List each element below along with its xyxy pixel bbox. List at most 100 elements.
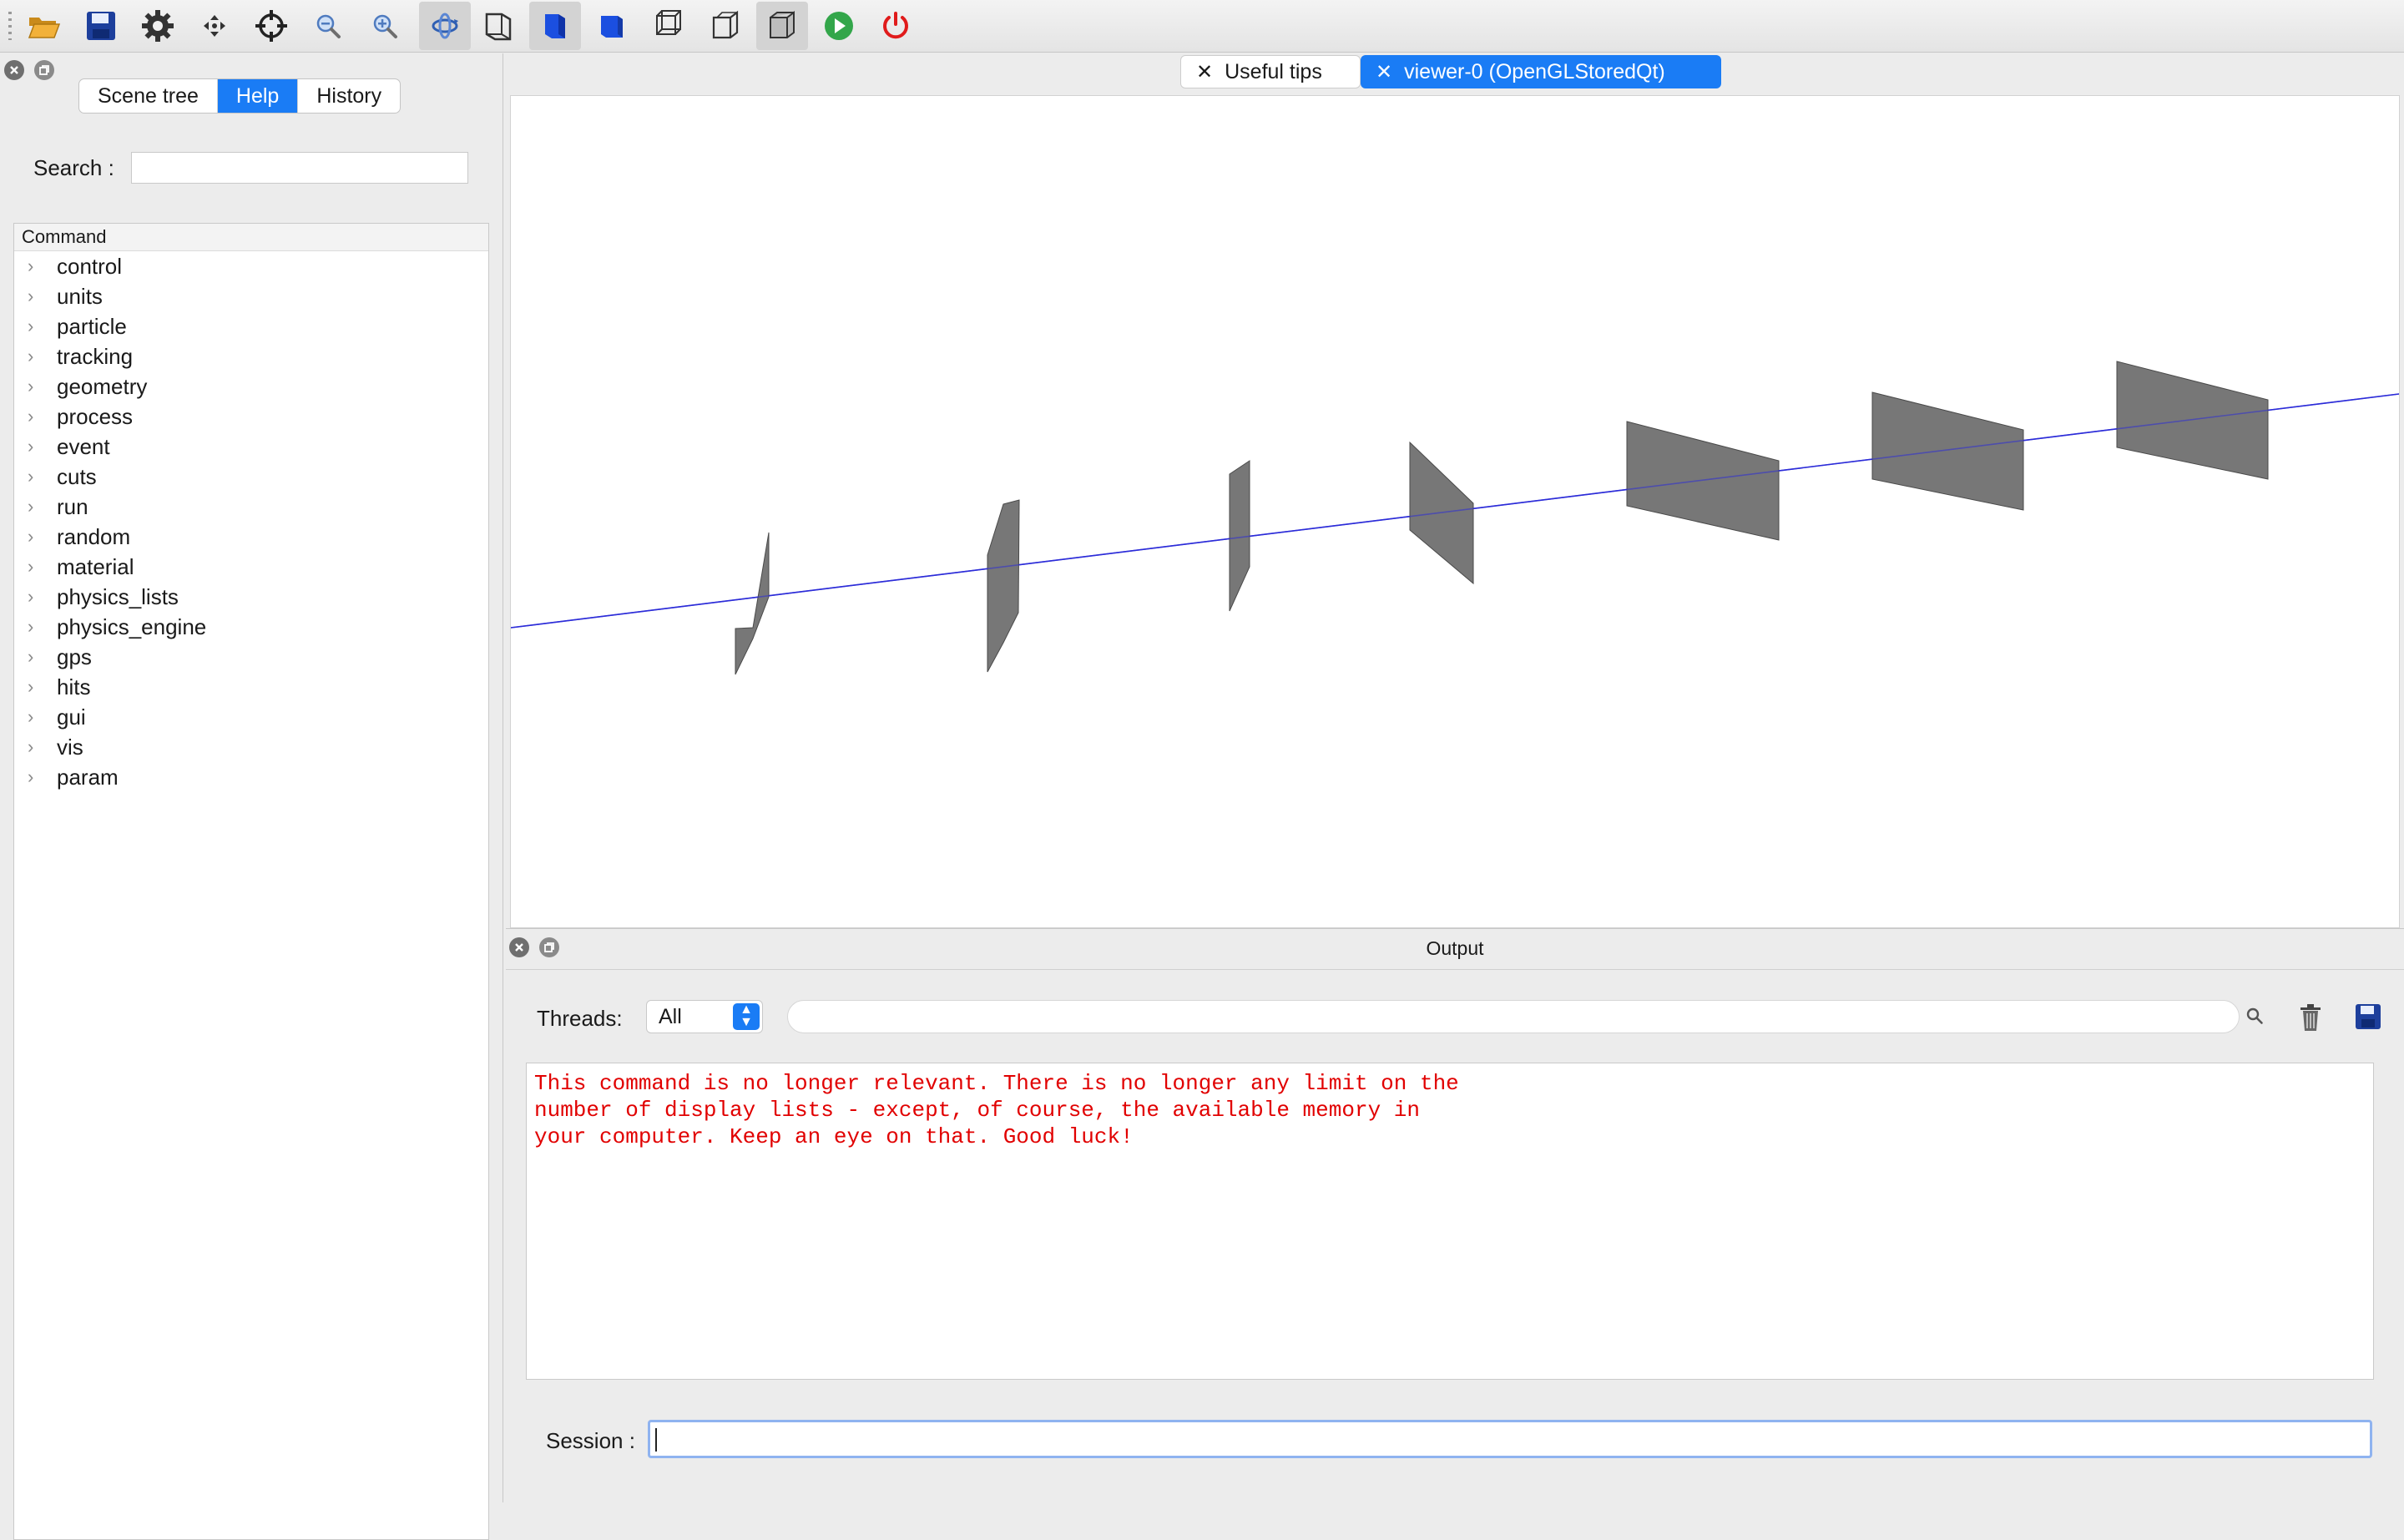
search-input[interactable] — [131, 152, 468, 184]
exit-button[interactable] — [870, 2, 922, 50]
tab-help[interactable]: Help — [216, 79, 298, 113]
tree-item-vis[interactable]: › vis — [14, 732, 488, 762]
opengl-viewer[interactable] — [510, 95, 2400, 928]
chevron-right-icon[interactable]: › — [28, 642, 33, 672]
tree-item-physics-lists[interactable]: › physics_lists — [14, 582, 488, 612]
output-line: number of display lists - except, of cou… — [534, 1098, 1420, 1123]
tree-item-material[interactable]: › material — [14, 552, 488, 582]
chevron-right-icon[interactable]: › — [28, 311, 33, 341]
chevron-right-icon[interactable]: › — [28, 552, 33, 582]
chevron-right-icon[interactable]: › — [28, 732, 33, 762]
open-button[interactable] — [18, 2, 70, 50]
save-button[interactable] — [75, 2, 127, 50]
toolbar-grip[interactable] — [8, 12, 12, 40]
command-tree: Command › control › units › particle › tracking… — [13, 223, 489, 1540]
hidden-line-button[interactable] — [699, 2, 751, 50]
tree-item-label: tracking — [57, 344, 134, 369]
close-tab-icon[interactable]: ✕ — [1196, 60, 1213, 84]
chevron-right-icon[interactable]: › — [28, 371, 33, 401]
session-label: Session : — [546, 1428, 635, 1453]
tree-item-label: process — [57, 404, 134, 429]
close-tab-icon[interactable]: ✕ — [1376, 60, 1392, 84]
tree-item-run[interactable]: › run — [14, 492, 488, 522]
solid-cube-icon — [545, 14, 565, 38]
perspective-wireframe-icon — [485, 13, 512, 41]
tree-item-process[interactable]: › process — [14, 401, 488, 432]
output-line: your computer. Keep an eye on that. Good… — [534, 1124, 1134, 1149]
tree-item-label: physics_engine — [57, 614, 207, 639]
tree-item-gui[interactable]: › gui — [14, 702, 488, 732]
float-icon — [39, 65, 49, 75]
ortho-button[interactable] — [586, 2, 638, 50]
settings-button[interactable] — [132, 2, 184, 50]
hidden-line-removal-icon — [770, 11, 795, 38]
chevron-right-icon[interactable]: › — [28, 612, 33, 642]
tab-scene-tree[interactable]: Scene tree — [79, 79, 217, 113]
output-log[interactable]: This command is no longer relevant. Ther… — [526, 1063, 2374, 1380]
tree-item-gps[interactable]: › gps — [14, 642, 488, 672]
zoom-in-button[interactable] — [359, 2, 411, 50]
search-label: Search : — [33, 155, 114, 180]
chevron-right-icon[interactable]: › — [28, 341, 33, 371]
divider — [506, 969, 2404, 970]
scene-canvas[interactable] — [510, 96, 2400, 927]
tree-item-geometry[interactable]: › geometry — [14, 371, 488, 401]
chevron-right-icon[interactable]: › — [28, 251, 33, 281]
tree-item-cuts[interactable]: › cuts — [14, 462, 488, 492]
dock-close-button[interactable] — [4, 60, 24, 80]
tree-item-event[interactable]: › event — [14, 432, 488, 462]
run-icon — [825, 12, 853, 40]
detector-plate — [987, 499, 1020, 673]
chevron-right-icon[interactable]: › — [28, 462, 33, 492]
solid-view-button[interactable] — [529, 2, 581, 50]
tab-useful-tips[interactable]: ✕ Useful tips — [1180, 55, 1361, 88]
hidden-line-cube-icon — [712, 10, 739, 39]
tree-item-param[interactable]: › param — [14, 762, 488, 792]
dock-float-button[interactable] — [34, 60, 54, 80]
ortho-solid-icon — [601, 16, 623, 38]
chevron-right-icon[interactable]: › — [28, 401, 33, 432]
run-button[interactable] — [813, 2, 865, 50]
chevron-right-icon[interactable]: › — [28, 672, 33, 702]
zoom-out-button[interactable] — [302, 2, 354, 50]
chevron-right-icon[interactable]: › — [28, 702, 33, 732]
tree-item-physics-engine[interactable]: › physics_engine — [14, 612, 488, 642]
rotate-button[interactable] — [419, 2, 471, 50]
chevron-right-icon[interactable]: › — [28, 582, 33, 612]
threads-select[interactable]: All ▲ ▼ — [646, 1000, 763, 1033]
chevron-right-icon[interactable]: › — [28, 762, 33, 792]
tree-item-control[interactable]: › control — [14, 251, 488, 281]
save-icon[interactable] — [2354, 1002, 2382, 1031]
tree-item-label: run — [57, 494, 88, 519]
tree-item-random[interactable]: › random — [14, 522, 488, 552]
tree-item-tracking[interactable]: › tracking — [14, 341, 488, 371]
perspective-button[interactable] — [472, 2, 524, 50]
wireframe-button[interactable] — [643, 2, 694, 50]
power-icon — [883, 12, 908, 39]
threads-label: Threads: — [537, 1006, 623, 1031]
pick-button[interactable] — [245, 2, 297, 50]
tree-item-particle[interactable]: › particle — [14, 311, 488, 341]
trash-icon[interactable] — [2297, 1002, 2324, 1033]
output-filter-input[interactable] — [787, 1000, 2240, 1033]
move-button[interactable] — [189, 2, 240, 50]
tree-item-units[interactable]: › units — [14, 281, 488, 311]
tree-item-hits[interactable]: › hits — [14, 672, 488, 702]
tree-item-label: gui — [57, 704, 86, 730]
chevron-right-icon[interactable]: › — [28, 281, 33, 311]
command-tree-header: Command — [14, 224, 488, 251]
detector-plate — [1871, 391, 2024, 511]
tree-item-label: hits — [57, 674, 91, 699]
tab-label: viewer-0 (OpenGLStoredQt) — [1404, 59, 1665, 83]
detector-plate — [1229, 460, 1250, 612]
hidden-line-removal-button[interactable] — [756, 2, 808, 50]
tab-viewer-0[interactable]: ✕ viewer-0 (OpenGLStoredQt) — [1361, 55, 1721, 88]
gear-icon — [142, 10, 174, 42]
text-caret — [655, 1428, 657, 1452]
zoom-out-icon — [316, 14, 341, 38]
tab-history[interactable]: History — [297, 79, 400, 113]
chevron-right-icon[interactable]: › — [28, 432, 33, 462]
session-input[interactable] — [648, 1420, 2372, 1458]
chevron-right-icon[interactable]: › — [28, 522, 33, 552]
chevron-right-icon[interactable]: › — [28, 492, 33, 522]
